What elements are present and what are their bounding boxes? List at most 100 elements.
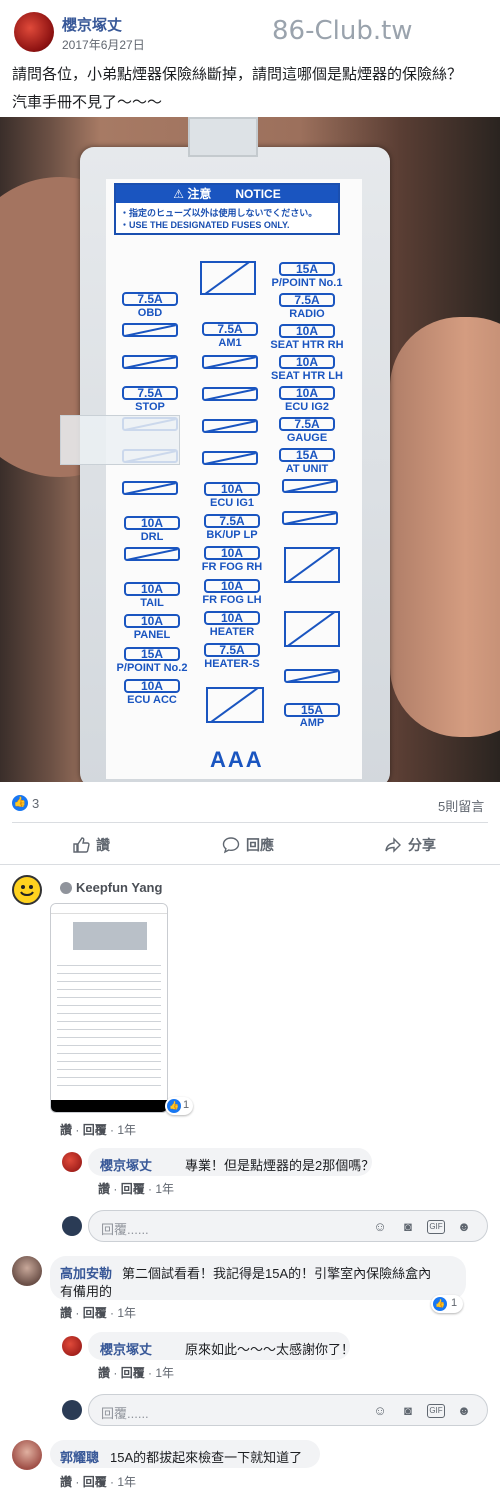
comment-time[interactable]: 1年 [117,1306,136,1320]
fuse-label: AM1 [218,337,242,349]
share-button[interactable]: 分享 [384,832,436,858]
comment-reply-link[interactable]: 回覆 [83,1475,107,1489]
watermark: 86-Club.tw [272,16,413,46]
notice-box: ⚠ 注意 NOTICE ・指定のヒューズ以外は使用しないでください。 ・USE … [114,183,340,235]
fuse-am1: 7.5A [202,322,258,336]
like-reaction-icon[interactable]: 👍 [12,795,28,811]
fuse-label: BK/UP LP [206,529,258,541]
comment-time[interactable]: 1年 [117,1475,136,1489]
fuse-label: HEATER [209,626,255,638]
sticker-icon[interactable]: ☻ [455,1218,473,1236]
reply-reply-link[interactable]: 回覆 [121,1182,145,1196]
empty-fuse-slot [202,355,258,369]
fuse-fr-fog-lh: 10A [204,579,260,593]
empty-fuse-slot [124,547,180,561]
fuse-label: FR FOG LH [202,594,262,606]
poster-name[interactable]: 櫻京塚丈 [62,14,122,35]
reply-input[interactable]: 回覆...... ☺ ◙ GIF ☻ [88,1394,488,1426]
fuse-label: FR FOG RH [201,561,263,573]
reply-like-link[interactable]: 讚 [98,1182,110,1196]
share-label: 分享 [408,837,436,853]
emoji-icon[interactable]: ☺ [371,1402,389,1420]
reply-author[interactable]: 櫻京塚丈 [100,1339,152,1358]
reply-like-link[interactable]: 讚 [98,1366,110,1380]
comment-time[interactable]: 1年 [117,1123,136,1137]
commenter-name[interactable]: 高加安勒 [60,1263,112,1282]
thumbs-up-icon [73,837,90,853]
my-avatar [62,1216,82,1236]
gif-icon[interactable]: GIF [427,1404,445,1418]
comment-label: 回應 [246,837,274,853]
comment-like-badge[interactable]: 👍 1 [431,1295,463,1313]
emoji-icon[interactable]: ☺ [371,1218,389,1236]
sticker-icon[interactable]: ☻ [455,1402,473,1420]
fuse-label: SEAT HTR RH [270,339,344,351]
like-reaction-icon: 👍 [167,1099,181,1113]
fuse-heater: 10A [204,611,260,625]
fuse-gauge: 7.5A [279,417,335,431]
comment-meta: 讚 · 回覆 · 1年 [60,1475,137,1489]
comment-text-line2: 有備用的 [60,1284,113,1299]
comment-text-line1: 第二個試看看！我記得是15A的！引擎室內保險絲盒內 [122,1266,432,1281]
post-date[interactable]: 2017年6月27日 [62,36,145,53]
comment-bubble: 郭耀聰 15A的都拔起來檢查一下就知道了 [50,1440,320,1468]
notice-en: ・USE THE DESIGNATED FUSES ONLY. [120,220,290,230]
comment-count[interactable]: 5則留言 [438,796,484,815]
comment-like-link[interactable]: 讚 [60,1475,72,1489]
comment-text: 15A的都拔起來檢查一下就知道了 [110,1450,303,1465]
fuse-obd: 7.5A [122,292,178,306]
comment-like-badge[interactable]: 👍 1 [165,1097,193,1115]
reply-meta: 讚 · 回覆 · 1年 [98,1366,175,1380]
empty-fuse-slot [202,419,258,433]
commenter-name[interactable]: Keepfun Yang [76,880,162,895]
comment-image[interactable] [50,903,168,1113]
poster-avatar[interactable] [14,12,54,52]
commenter-name[interactable]: 郭耀聰 [60,1447,99,1466]
like-button[interactable]: 讚 [72,832,110,858]
fuse-label: AT UNIT [285,463,329,475]
reply-text: 原來如此～～～太感謝你了！ [185,1342,355,1357]
comment-like-link[interactable]: 讚 [60,1123,72,1137]
cover-footer-text: AAA [210,747,264,772]
empty-fuse-slot [282,511,338,525]
fuse-label: OBD [137,307,163,319]
fuse-label: AMP [299,717,325,729]
fuse-label: DRL [140,531,164,543]
comment-like-count: 1 [451,1297,458,1309]
fuse-label: P/POINT No.2 [116,662,188,674]
reply-input[interactable]: 回覆...... ☺ ◙ GIF ☻ [88,1210,488,1242]
empty-fuse-slot [122,323,178,337]
comment-button[interactable]: 回應 [222,832,274,858]
fuse-bkup: 7.5A [204,514,260,528]
commenter-avatar[interactable] [12,875,42,905]
cover-clip [60,415,180,465]
post-photo[interactable]: ⚠ 注意 NOTICE ・指定のヒューズ以外は使用しないでください。 ・USE … [0,117,500,782]
reply-time[interactable]: 1年 [155,1182,174,1196]
fuse-label: P/POINT No.1 [271,277,343,289]
fuse-label: ECU ACC [127,694,177,706]
camera-icon[interactable]: ◙ [399,1402,417,1420]
like-count[interactable]: 3 [32,796,39,811]
reply-bubble: 櫻京塚丈 原來如此～～～太感謝你了！ [88,1332,354,1360]
post-text-line1: 請問各位，小弟點煙器保險絲斷掉，請問這哪個是點煙器的保險絲？ [12,66,463,83]
reply-reply-link[interactable]: 回覆 [121,1366,145,1380]
large-fuse-slot [200,261,256,295]
comment-like-link[interactable]: 讚 [60,1306,72,1320]
reply-avatar[interactable] [62,1152,82,1172]
reply-avatar[interactable] [62,1336,82,1356]
empty-fuse-slot [282,479,338,493]
comment-meta: 讚 · 回覆 · 1年 [60,1306,137,1320]
camera-icon[interactable]: ◙ [399,1218,417,1236]
commenter-avatar[interactable] [12,1256,42,1286]
reply-time[interactable]: 1年 [155,1366,174,1380]
comment-reply-link[interactable]: 回覆 [83,1123,107,1137]
gif-icon[interactable]: GIF [427,1220,445,1234]
empty-fuse-slot [122,355,178,369]
verified-icon [60,882,72,894]
reply-author[interactable]: 櫻京塚丈 [100,1155,152,1174]
empty-fuse-slot [202,387,258,401]
fuse-fr-fog-rh: 10A [204,546,260,560]
comment-reply-link[interactable]: 回覆 [83,1306,107,1320]
commenter-avatar[interactable] [12,1440,42,1470]
reply-text: 專業！但是點煙器的是2那個嗎？ [185,1158,375,1173]
